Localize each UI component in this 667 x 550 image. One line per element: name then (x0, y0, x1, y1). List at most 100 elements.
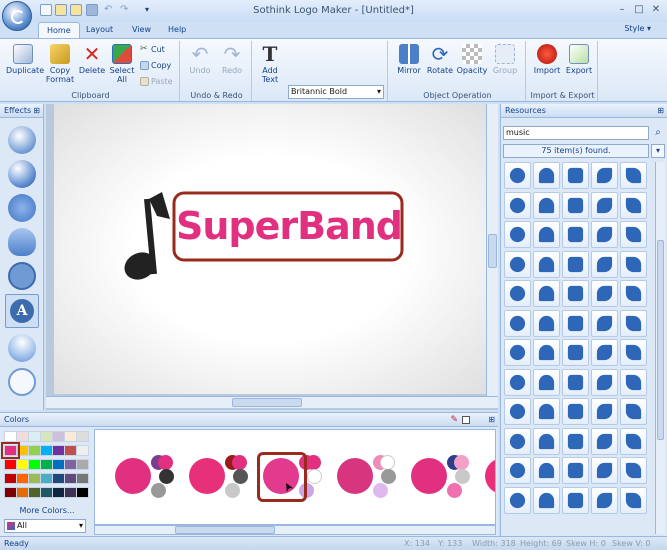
eyedropper-icon[interactable]: ✎ (450, 413, 458, 427)
resource-item[interactable] (504, 162, 531, 189)
resource-item[interactable] (533, 368, 560, 396)
resource-item[interactable] (620, 162, 647, 189)
resource-item[interactable] (620, 280, 647, 307)
resource-item[interactable] (591, 162, 618, 189)
scrollbar-thumb[interactable] (488, 234, 497, 268)
more-colors-button[interactable]: More Colors... (4, 505, 90, 517)
paste-button[interactable]: Paste (140, 77, 173, 87)
maximize-button[interactable]: □ (632, 3, 646, 17)
font-family-select[interactable]: Britannic Bold ▾ (288, 85, 384, 99)
resource-item[interactable] (504, 221, 531, 248)
resource-item[interactable] (591, 457, 618, 484)
scrollbar-thumb[interactable] (232, 398, 302, 407)
resource-item[interactable] (533, 162, 560, 189)
tab-home[interactable]: Home (38, 22, 80, 38)
application-menu-button[interactable] (2, 1, 32, 31)
resource-scrollbar[interactable] (655, 162, 665, 534)
resource-item[interactable] (504, 486, 531, 514)
resource-item[interactable] (591, 398, 618, 425)
color-scheme[interactable] (187, 442, 253, 512)
color-swatch[interactable] (76, 487, 89, 498)
tab-help[interactable]: Help (160, 22, 194, 38)
resource-item[interactable] (591, 191, 618, 219)
color-scheme-selected[interactable]: ➤ (257, 442, 327, 512)
resource-item[interactable] (591, 221, 618, 248)
effect-item-selected[interactable]: A (5, 294, 39, 328)
resource-item[interactable] (620, 250, 647, 278)
resource-item[interactable] (620, 339, 647, 366)
scrollbar-thumb[interactable] (657, 240, 664, 440)
resource-item[interactable] (562, 162, 589, 189)
resource-item[interactable] (533, 427, 560, 455)
import-button[interactable]: Import (532, 44, 562, 75)
resource-item[interactable] (591, 339, 618, 366)
resource-search-input[interactable]: music (503, 126, 649, 140)
color-filter-select[interactable]: All ▾ (4, 519, 86, 533)
effect-item[interactable] (8, 194, 36, 222)
chevron-down-icon[interactable]: ▾ (651, 144, 665, 158)
resource-item[interactable] (504, 191, 531, 219)
resource-item[interactable] (620, 368, 647, 396)
group-button[interactable]: Group (490, 44, 520, 75)
effect-item[interactable] (8, 368, 36, 396)
resource-item[interactable] (533, 398, 560, 425)
resource-item[interactable] (504, 250, 531, 278)
resource-item[interactable] (591, 486, 618, 514)
resource-item[interactable] (620, 398, 647, 425)
cut-button[interactable]: ✂ Cut (140, 45, 165, 55)
resource-item[interactable] (620, 427, 647, 455)
tab-view[interactable]: View (124, 22, 159, 38)
add-text-button[interactable]: T Add Text (256, 44, 284, 84)
resource-item[interactable] (620, 191, 647, 219)
resource-item[interactable] (533, 280, 560, 307)
effect-item[interactable] (8, 262, 36, 290)
resource-item[interactable] (562, 280, 589, 307)
search-icon[interactable]: ⌕ (651, 126, 665, 140)
resource-item[interactable] (533, 339, 560, 366)
opacity-button[interactable]: Opacity (456, 44, 488, 75)
rotate-button[interactable]: ⟳ Rotate (424, 44, 456, 75)
logo-text[interactable]: SuperBand (176, 196, 403, 257)
undo-button[interactable]: ↶ Undo (186, 44, 214, 75)
resource-item[interactable] (533, 250, 560, 278)
redo-button[interactable]: ↷ Redo (218, 44, 246, 75)
export-button[interactable]: Export (564, 44, 594, 75)
resource-item[interactable] (562, 398, 589, 425)
minimize-button[interactable]: – (615, 3, 629, 17)
pin-icon[interactable]: ⊞ (33, 104, 40, 118)
close-button[interactable]: ✕ (649, 3, 663, 17)
resource-item[interactable] (562, 339, 589, 366)
duplicate-button[interactable]: Duplicate (6, 44, 44, 75)
resource-item[interactable] (562, 309, 589, 337)
effect-item[interactable] (8, 160, 36, 188)
color-swatch[interactable] (76, 445, 89, 456)
resource-item[interactable] (562, 427, 589, 455)
resource-item[interactable] (533, 191, 560, 219)
resource-item[interactable] (562, 457, 589, 484)
resource-item[interactable] (591, 368, 618, 396)
resource-item[interactable] (533, 309, 560, 337)
resource-item[interactable] (504, 427, 531, 455)
resource-item[interactable] (504, 309, 531, 337)
resource-item[interactable] (591, 309, 618, 337)
color-scheme[interactable] (335, 442, 401, 512)
resource-item[interactable] (562, 486, 589, 514)
color-swatch-selected[interactable] (1, 442, 20, 459)
resource-item[interactable] (562, 221, 589, 248)
pin-icon[interactable]: ⊞ (657, 104, 664, 118)
color-scheme[interactable] (483, 442, 495, 512)
mirror-button[interactable]: Mirror (394, 44, 424, 75)
style-menu[interactable]: Style ▾ (624, 24, 651, 33)
resource-item[interactable] (620, 309, 647, 337)
copy-format-button[interactable]: Copy Format (44, 44, 76, 84)
resource-item[interactable] (620, 457, 647, 484)
resource-item[interactable] (504, 368, 531, 396)
color-scheme[interactable] (113, 442, 179, 512)
canvas-horizontal-scrollbar[interactable] (46, 396, 498, 408)
effect-item[interactable] (8, 228, 36, 256)
color-scheme[interactable] (409, 442, 475, 512)
resource-item[interactable] (504, 457, 531, 484)
effect-item[interactable] (8, 126, 36, 154)
resource-item[interactable] (504, 339, 531, 366)
schemes-scrollbar[interactable] (94, 525, 496, 535)
